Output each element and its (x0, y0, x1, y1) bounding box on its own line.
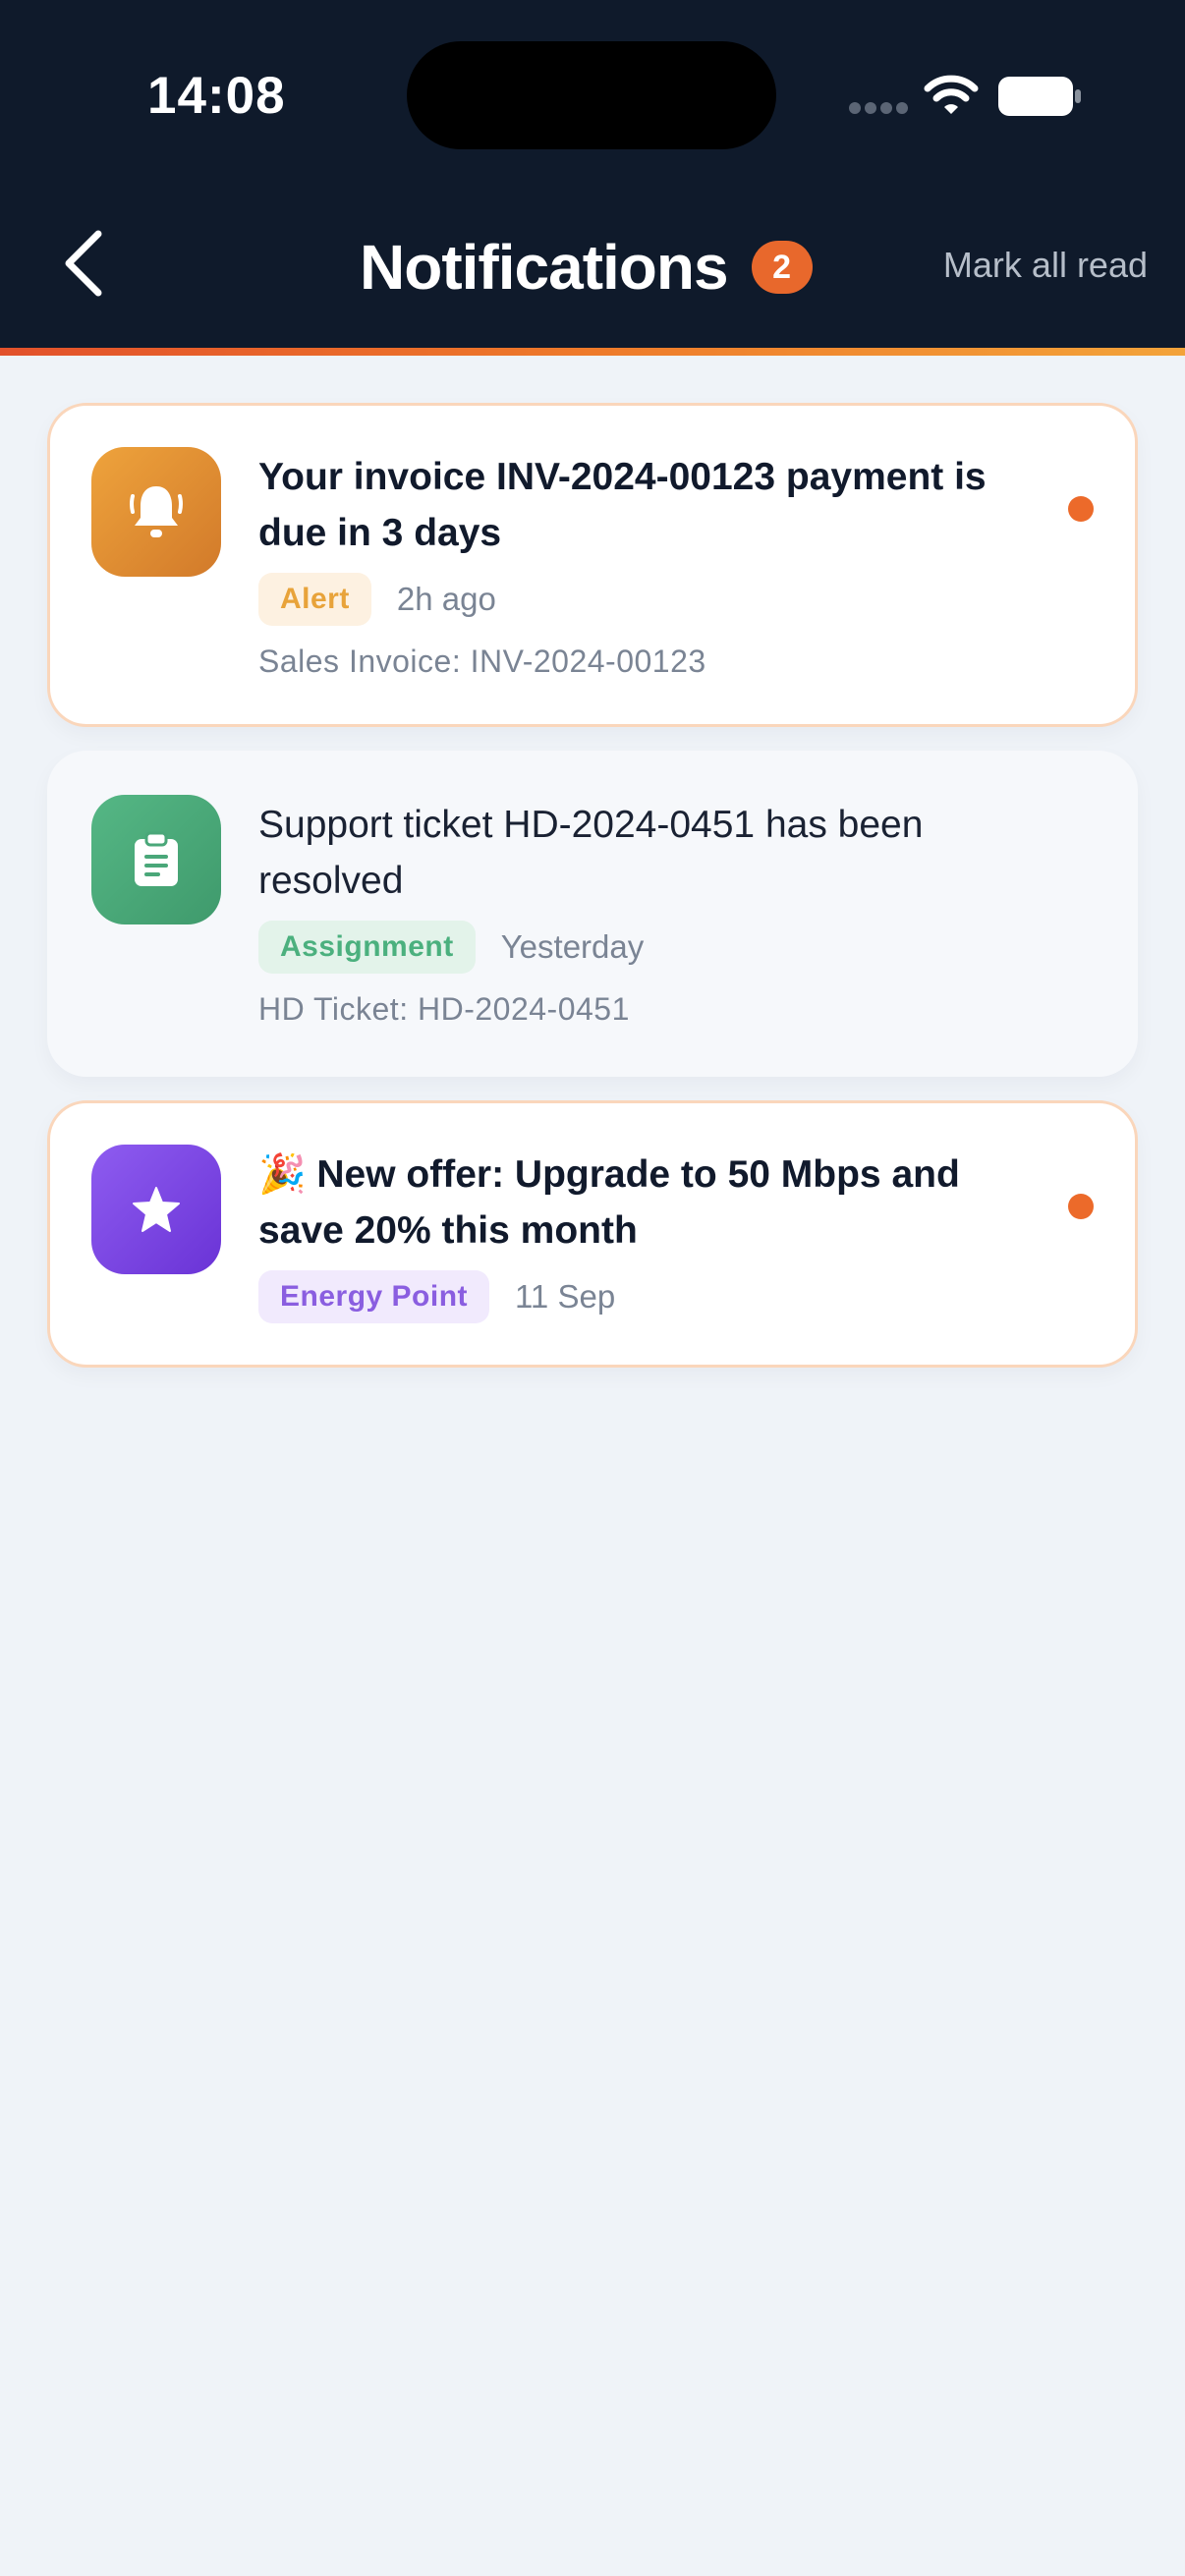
notification-title: Support ticket HD-2024-0451 has been res… (258, 804, 924, 902)
notification-meta: Assignment Yesterday (258, 921, 1044, 974)
star-icon (133, 1187, 180, 1232)
notification-title: 🎉 New offer: Upgrade to 50 Mbps and save… (258, 1153, 960, 1252)
notification-reference: Sales Invoice: INV-2024-00123 (258, 644, 706, 679)
unread-count-badge: 2 (751, 241, 813, 294)
notification-time: 2h ago (396, 581, 496, 617)
wifi-icon (924, 75, 979, 114)
bell-icon (130, 486, 183, 537)
battery-icon (998, 77, 1081, 116)
notification-icon-tile (91, 447, 221, 577)
notification-content: 🎉 New offer: Upgrade to 50 Mbps and save… (258, 1147, 1044, 1323)
page-title: Notifications (360, 232, 729, 303)
mark-all-read-button[interactable]: Mark all read (943, 244, 1148, 287)
notification-content: Support ticket HD-2024-0451 has been res… (258, 797, 1044, 1028)
unread-indicator (1068, 496, 1094, 522)
notification-card[interactable]: Your invoice INV-2024-00123 payment is d… (47, 403, 1138, 727)
unread-indicator (1068, 1194, 1094, 1219)
notification-time: Yesterday (500, 928, 645, 965)
notification-time: 11 Sep (515, 1278, 616, 1315)
notification-type-tag: Energy Point (258, 1270, 490, 1323)
app-header: 14:08 Notifications 2 Mark all read (0, 0, 1185, 348)
notification-meta: Energy Point 11 Sep (258, 1270, 1044, 1323)
notification-reference: HD Ticket: HD-2024-0451 (258, 991, 630, 1027)
dynamic-island (407, 41, 776, 149)
notification-icon-tile (91, 1145, 221, 1274)
clipboard-icon (135, 831, 178, 886)
notification-content: Your invoice INV-2024-00123 payment is d… (258, 449, 1044, 680)
notification-type-tag: Assignment (258, 921, 476, 974)
notification-icon-tile (91, 795, 221, 924)
status-time: 14:08 (147, 67, 286, 125)
cellular-signal-icon (849, 102, 908, 116)
notification-type-tag: Alert (258, 573, 371, 626)
notification-title: Your invoice INV-2024-00123 payment is d… (258, 456, 987, 554)
back-button[interactable] (59, 226, 108, 301)
notification-card[interactable]: Support ticket HD-2024-0451 has been res… (47, 751, 1138, 1077)
notification-meta: Alert 2h ago (258, 573, 1044, 626)
header-accent-bar (0, 348, 1185, 356)
header-title-group: Notifications 2 (360, 228, 813, 307)
notification-card[interactable]: 🎉 New offer: Upgrade to 50 Mbps and save… (47, 1100, 1138, 1368)
